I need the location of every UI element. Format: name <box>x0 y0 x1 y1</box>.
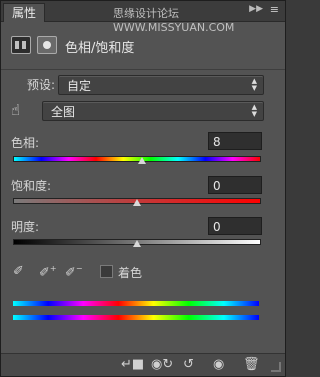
hue-input[interactable]: 8 <box>208 132 262 150</box>
channel-select[interactable]: 全图 ▲ ▼ <box>42 101 264 121</box>
input-color-bar <box>13 301 259 306</box>
panel-tabbar: 属性 思缘设计论坛 WWW.MISSYUAN.COM ▶▶ ≡ <box>1 1 285 34</box>
eyedropper-minus-icon[interactable]: ✐− <box>65 264 83 280</box>
hue-slider-thumb[interactable] <box>137 157 146 164</box>
adjustment-header: 色相/饱和度 <box>1 23 285 70</box>
panel-footer: ↵■ ◉↻ ↺ ◉ 🗑 <box>1 353 285 376</box>
eyedropper-icon[interactable]: ✐ <box>13 264 24 279</box>
adjustment-title: 色相/饱和度 <box>65 41 135 56</box>
preset-select[interactable]: 自定 ▲ ▼ <box>58 75 264 95</box>
adjustment-layer-icon <box>11 36 31 54</box>
view-previous-icon[interactable]: ◉↻ <box>151 357 173 372</box>
saturation-input[interactable]: 0 <box>208 176 262 194</box>
clip-to-layer-icon[interactable]: ↵■ <box>121 357 144 372</box>
saturation-label: 饱和度: <box>11 179 52 193</box>
colorize-checkbox[interactable] <box>100 265 113 278</box>
preset-label: 预设: <box>27 78 56 92</box>
trash-icon[interactable]: 🗑 <box>243 357 260 372</box>
properties-panel: 属性 思缘设计论坛 WWW.MISSYUAN.COM ▶▶ ≡ 色相/饱和度 预… <box>0 0 286 377</box>
menu-icon[interactable]: ≡ <box>270 3 279 16</box>
hue-label: 色相: <box>11 136 40 150</box>
resize-handle[interactable] <box>271 362 281 372</box>
select-arrows-icon: ▲ ▼ <box>251 77 257 92</box>
lightness-label: 明度: <box>11 220 40 234</box>
eyedropper-plus-icon[interactable]: ✐+ <box>39 264 57 280</box>
channel-value: 全图 <box>51 105 76 119</box>
output-color-bar <box>13 315 259 320</box>
eye-icon[interactable]: ◉ <box>213 357 224 372</box>
lightness-slider-thumb[interactable] <box>133 240 141 247</box>
mask-icon[interactable] <box>37 36 57 54</box>
select-arrows-icon: ▲ ▼ <box>251 103 257 118</box>
preset-value: 自定 <box>67 79 92 93</box>
lightness-input[interactable]: 0 <box>208 217 262 235</box>
reset-icon[interactable]: ↺ <box>183 357 194 372</box>
collapse-icon[interactable]: ▶▶ <box>249 4 263 14</box>
targeted-adjustment-hand-icon[interactable]: ☝ <box>11 101 20 119</box>
saturation-slider-thumb[interactable] <box>133 199 141 206</box>
tab-properties[interactable]: 属性 <box>3 3 46 22</box>
colorize-label: 着色 <box>118 266 143 280</box>
